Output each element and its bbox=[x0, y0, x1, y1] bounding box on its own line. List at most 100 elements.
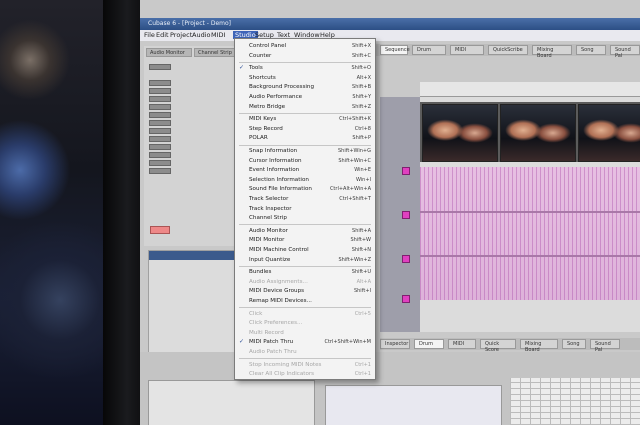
list-editor[interactable] bbox=[148, 380, 315, 425]
menu-item-shortcut: Ctrl+Alt+Win+A bbox=[329, 186, 371, 193]
daw-screen: Cubase 6 - [Project - Demo] File Edit Pr… bbox=[140, 0, 640, 425]
menu-item-label: Audio Performance bbox=[249, 94, 303, 100]
tab-drum[interactable]: Drum bbox=[412, 45, 446, 55]
menu-item-track-inspector[interactable]: Track Inspector bbox=[235, 205, 375, 214]
tab-sequence[interactable]: Sequence bbox=[380, 45, 410, 55]
menu-item-track-selector[interactable]: Track Selector Ctrl+Shift+T bbox=[235, 195, 375, 204]
menu-item-shortcut: Ctrl+Shift+T bbox=[339, 196, 371, 202]
menu-item-label: Snap Information bbox=[249, 148, 298, 154]
menu-item-shortcut: Shift+W bbox=[350, 237, 372, 244]
menu-item-shortcut: Shift+Win+C bbox=[338, 157, 371, 164]
menu-item-audio-patch-thru: Audio Patch Thru bbox=[235, 348, 375, 357]
meter-segment bbox=[149, 128, 171, 134]
menu-item-label: Event Information bbox=[249, 167, 300, 174]
menu-item-counter[interactable]: Counter Shift+C bbox=[235, 52, 375, 61]
meter-segment bbox=[149, 136, 171, 142]
tab-quick-score[interactable]: Quick Score bbox=[480, 339, 516, 353]
menu-item-shortcut: Shift+Z bbox=[352, 103, 371, 110]
video-thumbnail bbox=[578, 104, 640, 162]
menu-item-label: Cursor Information bbox=[249, 157, 302, 164]
tab-inspector[interactable]: Inspector bbox=[380, 339, 410, 349]
menu-item-control-panel[interactable]: Control Panel Shift+X bbox=[235, 42, 375, 51]
menu-separator bbox=[239, 112, 371, 114]
menu-item-background-processing[interactable]: Background Processing Shift+B bbox=[235, 83, 375, 92]
menu-item-midi-machine-control[interactable]: MIDI Machine Control Shift+N bbox=[235, 246, 375, 255]
menu-item-shortcuts[interactable]: Shortcuts Alt+X bbox=[235, 74, 375, 83]
menu-item-label: Channel Strip bbox=[249, 215, 287, 222]
tab-midi[interactable]: MIDI bbox=[450, 45, 484, 55]
tab-song-lower[interactable]: Song bbox=[562, 339, 586, 349]
menu-item-label: Bundles bbox=[249, 269, 272, 276]
menu-item-shortcut: Shift+B bbox=[352, 84, 371, 91]
menu-item-input-quantize[interactable]: Input Quantize Shift+Win+Z bbox=[235, 256, 375, 265]
menu-item-label: Remap MIDI Devices... bbox=[249, 298, 312, 304]
timeline-ruler[interactable] bbox=[420, 82, 640, 97]
menu-item-label: MIDI Keys bbox=[249, 116, 277, 123]
menu-item-remap-midi-devices[interactable]: Remap MIDI Devices... bbox=[235, 297, 375, 306]
lane-separator bbox=[420, 211, 640, 213]
video-track[interactable] bbox=[420, 102, 640, 162]
menu-item-shortcut: Alt+A bbox=[356, 278, 371, 285]
menu-item-cursor-information[interactable]: Cursor Information Shift+Win+C bbox=[235, 157, 375, 166]
track-marker bbox=[402, 295, 410, 303]
menu-item-label: Input Quantize bbox=[249, 256, 291, 263]
menu-item-label: MIDI Device Groups bbox=[249, 288, 305, 295]
meter-segment bbox=[149, 64, 171, 70]
menu-item-snap-information[interactable]: Snap Information Shift+Win+G bbox=[235, 147, 375, 156]
menu-separator bbox=[239, 144, 371, 146]
menu-item-sound-file-information[interactable]: Sound File Information Ctrl+Alt+Win+A bbox=[235, 185, 375, 194]
checkmark-icon: ✓ bbox=[239, 64, 245, 72]
menu-item-event-information[interactable]: Event Information Win+E bbox=[235, 166, 375, 175]
menu-item-metro-bridge[interactable]: Metro Bridge Shift+Z bbox=[235, 103, 375, 112]
grid-editor[interactable] bbox=[510, 378, 640, 425]
menu-item-label: Audio Monitor bbox=[249, 227, 288, 234]
tab-midi-lower[interactable]: MIDI bbox=[448, 339, 476, 349]
menu-item-polar[interactable]: POLAR Shift+P bbox=[235, 134, 375, 143]
menu-item-label: Sound File Information bbox=[249, 186, 312, 193]
menu-item-label: Audio Assignments... bbox=[249, 278, 308, 285]
menu-item-audio-assignments: Audio Assignments... Alt+A bbox=[235, 278, 375, 287]
meter-segment bbox=[149, 144, 171, 150]
tab-song[interactable]: Song bbox=[576, 45, 606, 55]
tab-quickscribe[interactable]: QuickScribe bbox=[488, 45, 528, 55]
menu-item-midi-device-groups[interactable]: MIDI Device Groups Shift+I bbox=[235, 287, 375, 296]
menu-item-audio-performance[interactable]: Audio Performance Shift+Y bbox=[235, 93, 375, 102]
midi-region-area[interactable] bbox=[402, 167, 640, 303]
tab-drum-lower[interactable]: Drum bbox=[414, 339, 444, 349]
menu-separator bbox=[239, 61, 371, 63]
record-button[interactable] bbox=[150, 226, 170, 234]
title-bar: Cubase 6 - [Project - Demo] bbox=[140, 18, 640, 30]
tab-mixing-board[interactable]: Mixing Board bbox=[532, 45, 572, 59]
track-marker bbox=[402, 255, 410, 263]
tab-sound-pal[interactable]: Sound Pal bbox=[610, 45, 640, 59]
tab-mixing-board-lower[interactable]: Mixing Board bbox=[520, 339, 558, 353]
menu-item-label: Tools bbox=[249, 65, 263, 72]
menu-item-label: MIDI Machine Control bbox=[249, 247, 309, 253]
menu-item-selection-information[interactable]: Selection Information Win+I bbox=[235, 176, 375, 185]
menu-item-shortcut: Shift+X bbox=[352, 43, 371, 49]
menu-item-shortcut: Shift+N bbox=[351, 247, 371, 253]
tab-audio-monitor[interactable]: Audio Monitor bbox=[146, 48, 192, 57]
menu-bar: File Edit Project Audio MIDI Studio Setu… bbox=[140, 30, 640, 41]
menu-item-channel-strip[interactable]: Channel Strip bbox=[235, 214, 375, 223]
menu-item-step-record[interactable]: Step Record Ctrl+8 bbox=[235, 125, 375, 134]
arrange-timeline bbox=[402, 97, 640, 332]
menu-item-midi-patch-thru[interactable]: ✓ MIDI Patch Thru Ctrl+Shift+Win+M bbox=[235, 338, 375, 347]
menu-item-bundles[interactable]: Bundles Shift+U bbox=[235, 268, 375, 277]
checkmark-icon: ✓ bbox=[239, 338, 245, 346]
menu-item-shortcut: Shift+C bbox=[351, 52, 371, 59]
meter-segment bbox=[149, 120, 171, 126]
menu-item-tools[interactable]: ✓ Tools Shift+O bbox=[235, 64, 375, 73]
menu-item-midi-keys[interactable]: MIDI Keys Ctrl+Shift+K bbox=[235, 115, 375, 124]
meter-segment bbox=[149, 168, 171, 174]
menu-item-shortcut: Shift+O bbox=[351, 65, 372, 72]
menu-item-shortcut: Ctrl+1 bbox=[354, 371, 371, 378]
menu-item-audio-monitor[interactable]: Audio Monitor Shift+A bbox=[235, 227, 375, 236]
event-list[interactable] bbox=[325, 385, 502, 425]
menu-item-label: Counter bbox=[249, 52, 272, 59]
menu-item-label: Click bbox=[249, 310, 263, 317]
tab-sound-pal-lower[interactable]: Sound Pal bbox=[590, 339, 620, 353]
menu-midi[interactable]: MIDI bbox=[209, 31, 227, 39]
menu-item-midi-monitor[interactable]: MIDI Monitor Shift+W bbox=[235, 236, 375, 245]
menu-item-shortcut: Shift+A bbox=[352, 227, 371, 234]
